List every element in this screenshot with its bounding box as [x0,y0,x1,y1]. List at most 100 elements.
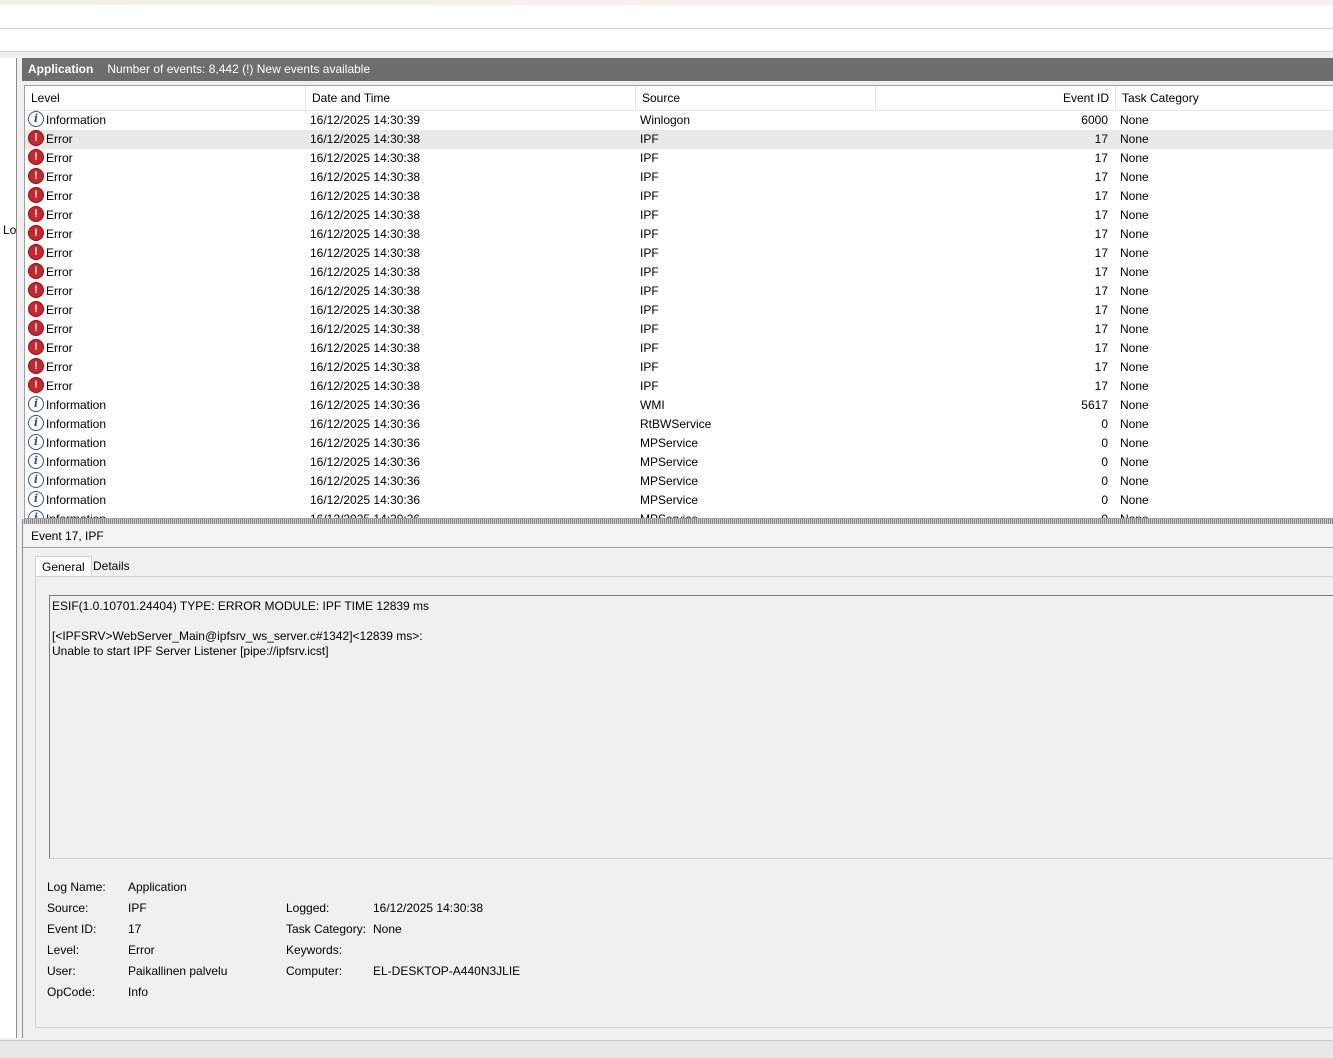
log-name-label: Log Name: [47,880,106,894]
event-id-cell: 0 [1101,455,1108,469]
column-header-event-id[interactable]: Event ID [876,86,1116,110]
source-cell: IPF [640,341,659,355]
log-name-value: Application [128,880,187,894]
date-cell: 16/12/2025 14:30:36 [310,417,421,431]
event-id-cell: 0 [1101,436,1108,450]
information-icon: i [28,491,44,507]
error-icon: ! [28,130,44,146]
information-icon: i [28,472,44,488]
source-cell: MPService [640,512,699,519]
level-cell: Error [46,151,73,165]
event-id-cell: 0 [1101,493,1108,507]
date-cell: 16/12/2025 14:30:38 [310,208,421,222]
event-list[interactable]: Level Date and Time Source Event ID Task… [24,85,1333,519]
status-bar [0,1040,1333,1058]
event-id-cell: 17 [1094,170,1108,184]
navigation-pane-label: Lo [3,223,17,237]
log-header-bar: Application Number of events: 8,442 (!) N… [22,58,1333,81]
column-header-source[interactable]: Source [636,86,876,110]
source-cell: MPService [640,474,699,488]
event-id-cell: 0 [1101,417,1108,431]
table-row[interactable]: ! Error 16/12/2025 14:30:38 IPF 17 None [25,320,1333,339]
level-cell: Information [46,512,107,519]
keywords-label: Keywords: [286,943,343,957]
source-cell: WMI [640,398,665,412]
error-icon: ! [28,187,44,203]
table-row[interactable]: i Information 16/12/2025 14:30:36 MPService… [25,434,1333,453]
date-cell: 16/12/2025 14:30:38 [310,227,421,241]
table-row[interactable]: ! Error 16/12/2025 14:30:38 IPF 17 None [25,358,1333,377]
date-cell: 16/12/2025 14:30:38 [310,322,421,336]
table-row[interactable]: ! Error 16/12/2025 14:30:38 IPF 17 None [25,206,1333,225]
date-cell: 16/12/2025 14:30:38 [310,246,421,260]
tab-details[interactable]: Details [87,556,136,576]
event-id-cell: 6000 [1081,113,1108,127]
date-cell: 16/12/2025 14:30:38 [310,151,421,165]
level-cell: Information [46,493,107,507]
table-row[interactable]: ! Error 16/12/2025 14:30:38 IPF 17 None [25,339,1333,358]
source-label: Source: [47,901,89,915]
level-value: Error [128,943,155,957]
navigation-pane[interactable]: Lo [0,58,17,1038]
error-icon: ! [28,168,44,184]
computer-label: Computer: [286,964,343,978]
source-cell: IPF [640,189,659,203]
table-row[interactable]: ! Error 16/12/2025 14:30:38 IPF 17 None [25,225,1333,244]
table-row[interactable]: i Information 16/12/2025 14:30:36 RtBWServi… [25,415,1333,434]
opcode-value: Info [128,985,149,999]
date-cell: 16/12/2025 14:30:38 [310,360,421,374]
information-icon: i [28,434,44,450]
event-message-text[interactable]: ESIF(1.0.10701.24404) TYPE: ERROR MODULE… [49,595,1333,859]
level-cell: Information [46,474,107,488]
table-row[interactable]: ! Error 16/12/2025 14:30:38 IPF 17 None [25,149,1333,168]
task-category-cell: None [1120,246,1149,260]
logged-label: Logged: [286,901,330,915]
date-cell: 16/12/2025 14:30:38 [310,284,421,298]
error-icon: ! [28,282,44,298]
table-row[interactable]: i Information 16/12/2025 14:30:36 MPService… [25,510,1333,519]
task-category-cell: None [1120,436,1149,450]
source-cell: IPF [640,151,659,165]
table-row[interactable]: ! Error 16/12/2025 14:30:38 IPF 17 None [25,263,1333,282]
task-category-cell: None [1120,208,1149,222]
user-value: Paikallinen palvelu [128,964,228,978]
date-cell: 16/12/2025 14:30:36 [310,436,421,450]
date-cell: 16/12/2025 14:30:38 [310,303,421,317]
event-list-header: Level Date and Time Source Event ID Task… [25,86,1333,111]
table-row[interactable]: ! Error 16/12/2025 14:30:38 IPF 17 None [25,377,1333,396]
event-id-cell: 17 [1094,208,1108,222]
tab-general[interactable]: General [35,556,92,578]
date-cell: 16/12/2025 14:30:36 [310,455,421,469]
level-cell: Error [46,170,73,184]
column-header-date[interactable]: Date and Time [306,86,636,110]
table-row[interactable]: ! Error 16/12/2025 14:30:38 IPF 17 None [25,130,1333,149]
source-cell: IPF [640,132,659,146]
table-row[interactable]: i Information 16/12/2025 14:30:36 MPService… [25,472,1333,491]
table-row[interactable]: ! Error 16/12/2025 14:30:38 IPF 17 None [25,187,1333,206]
table-row[interactable]: i Information 16/12/2025 14:30:36 WMI 5617 No… [25,396,1333,415]
table-row[interactable]: i Information 16/12/2025 14:30:39 Winlogon 6… [25,111,1333,130]
date-cell: 16/12/2025 14:30:38 [310,189,421,203]
table-row[interactable]: i Information 16/12/2025 14:30:36 MPService… [25,491,1333,510]
task-category-cell: None [1120,284,1149,298]
information-icon: i [28,510,44,518]
table-row[interactable]: ! Error 16/12/2025 14:30:38 IPF 17 None [25,244,1333,263]
table-row[interactable]: ! Error 16/12/2025 14:30:38 IPF 17 None [25,168,1333,187]
task-category-cell: None [1120,474,1149,488]
source-cell: IPF [640,322,659,336]
table-row[interactable]: ! Error 16/12/2025 14:30:38 IPF 17 None [25,282,1333,301]
error-icon: ! [28,320,44,336]
level-cell: Information [46,113,107,127]
task-category-cell: None [1120,303,1149,317]
level-cell: Error [46,341,73,355]
date-cell: 16/12/2025 14:30:39 [310,113,421,127]
error-icon: ! [28,301,44,317]
table-row[interactable]: ! Error 16/12/2025 14:30:38 IPF 17 None [25,301,1333,320]
table-row[interactable]: i Information 16/12/2025 14:30:36 MPService… [25,453,1333,472]
task-category-cell: None [1120,189,1149,203]
column-header-level[interactable]: Level [25,86,306,110]
error-icon: ! [28,339,44,355]
source-cell: MPService [640,455,699,469]
toolbar [0,29,1333,52]
column-header-task-category[interactable]: Task Category [1116,86,1333,110]
